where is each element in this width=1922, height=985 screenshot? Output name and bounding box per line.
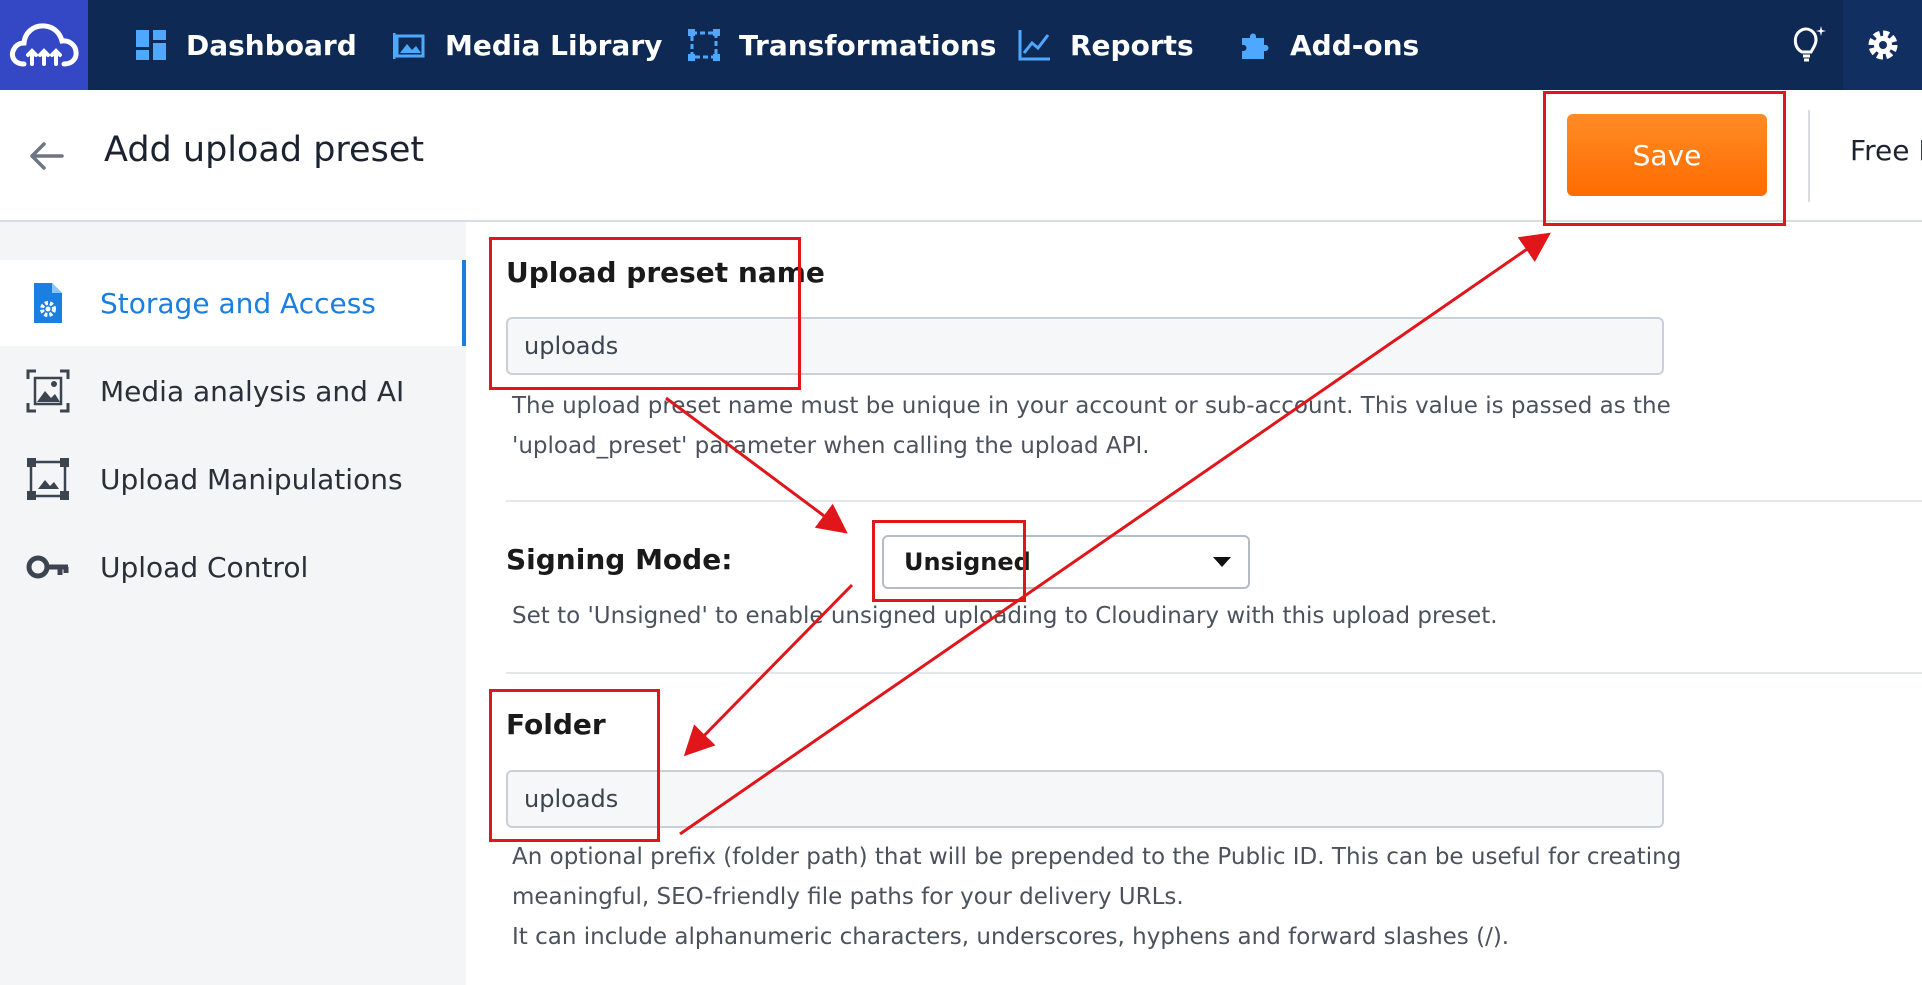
folder-help-line2: meaningful, SEO-friendly file paths for … xyxy=(512,884,1184,910)
preset-name-help-line1: The upload preset name must be unique in… xyxy=(512,393,1671,419)
back-arrow-icon[interactable] xyxy=(26,136,66,176)
nav-media-library[interactable]: Media Library xyxy=(393,0,662,90)
header-divider xyxy=(1808,110,1810,202)
nav-dashboard-label: Dashboard xyxy=(186,28,357,62)
nav-transformations-label: Transformations xyxy=(739,28,997,62)
key-icon xyxy=(26,555,69,579)
section-divider xyxy=(506,672,1922,674)
nav-add-ons-label: Add-ons xyxy=(1290,28,1420,62)
folder-help-line1: An optional prefix (folder path) that wi… xyxy=(512,844,1682,870)
page-header: Add upload preset Save Free P xyxy=(0,90,1922,222)
signing-mode-label: Signing Mode: xyxy=(506,543,733,576)
lightbulb-icon[interactable] xyxy=(1784,22,1828,66)
signing-mode-select[interactable]: Unsigned xyxy=(882,535,1250,589)
save-button[interactable]: Save xyxy=(1567,114,1767,196)
section-divider xyxy=(506,500,1922,502)
reports-icon xyxy=(1018,30,1050,61)
folder-input[interactable] xyxy=(506,770,1664,828)
settings-sidebar: Storage and Access Media analysis and AI… xyxy=(0,222,466,985)
image-analysis-icon xyxy=(26,369,70,413)
preset-form: Upload preset name The upload preset nam… xyxy=(466,222,1922,985)
plan-label[interactable]: Free P xyxy=(1850,134,1922,167)
sidebar-item-label: Upload Control xyxy=(100,550,309,584)
sidebar-item-upload-manipulations[interactable]: Upload Manipulations xyxy=(0,436,466,522)
preset-name-input[interactable] xyxy=(506,317,1664,375)
signing-mode-help: Set to 'Unsigned' to enable unsigned upl… xyxy=(512,603,1498,629)
sidebar-item-media-analysis[interactable]: Media analysis and AI xyxy=(0,348,466,434)
dashboard-icon xyxy=(136,30,166,60)
sidebar-item-storage-and-access[interactable]: Storage and Access xyxy=(0,260,466,346)
signing-mode-value: Unsigned xyxy=(904,548,1031,576)
sidebar-item-label: Upload Manipulations xyxy=(100,462,403,496)
chevron-down-icon xyxy=(1213,557,1231,567)
nav-reports[interactable]: Reports xyxy=(1018,0,1194,90)
nav-transformations[interactable]: Transformations xyxy=(687,0,996,90)
puzzle-icon xyxy=(1242,33,1269,59)
top-nav-bar: Dashboard Media Library Transformations … xyxy=(0,0,1922,90)
nav-dashboard[interactable]: Dashboard xyxy=(134,0,357,90)
nav-media-library-label: Media Library xyxy=(445,28,663,62)
sidebar-item-upload-control[interactable]: Upload Control xyxy=(0,524,466,610)
sidebar-item-label: Storage and Access xyxy=(100,286,376,320)
media-library-icon xyxy=(393,33,425,59)
folder-help-line3: It can include alphanumeric characters, … xyxy=(512,924,1510,950)
nav-reports-label: Reports xyxy=(1070,28,1194,62)
page-title: Add upload preset xyxy=(104,130,425,170)
sidebar-item-label: Media analysis and AI xyxy=(100,374,405,408)
cloud-logo-icon xyxy=(9,23,79,67)
folder-label: Folder xyxy=(506,708,606,741)
cloudinary-logo[interactable] xyxy=(0,0,88,90)
transformations-icon xyxy=(688,29,720,61)
file-settings-icon xyxy=(34,283,62,323)
settings-button[interactable] xyxy=(1843,0,1922,90)
preset-name-help-line2: 'upload_preset' parameter when calling t… xyxy=(512,433,1150,459)
crop-image-icon xyxy=(27,458,69,500)
gear-icon xyxy=(1868,30,1897,60)
nav-add-ons[interactable]: Add-ons xyxy=(1238,0,1419,90)
preset-name-label: Upload preset name xyxy=(506,256,825,289)
